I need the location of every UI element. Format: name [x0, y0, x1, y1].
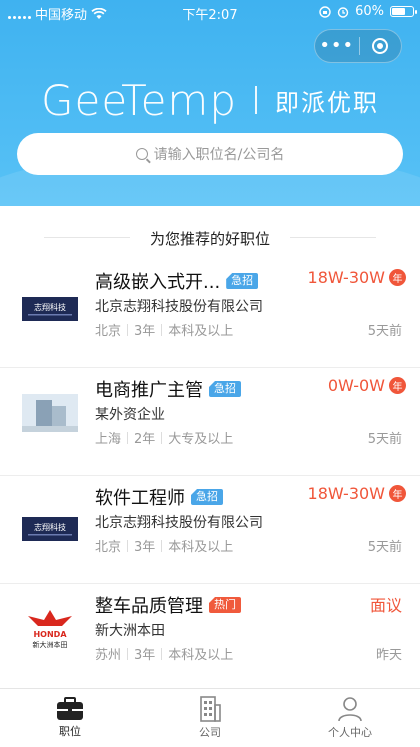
salary: 18W-30W 年	[308, 268, 406, 287]
hot-badge: 热门	[209, 597, 241, 613]
section-title: 为您推荐的好职位	[0, 228, 420, 249]
urgent-badge: 急招	[209, 381, 241, 397]
job-meta: 北京 3年 本科及以上	[95, 320, 233, 339]
more-icon[interactable]: •••	[315, 31, 359, 61]
svg-text:HONDA: HONDA	[33, 630, 67, 639]
svg-text:新大洲本田: 新大洲本田	[33, 640, 68, 649]
tab-label: 公司	[199, 726, 221, 739]
company-name: 北京志翔科技股份有限公司	[95, 515, 263, 531]
honda-logo: HONDA 新大洲本田	[28, 610, 72, 649]
post-time: 5天前	[367, 432, 402, 447]
job-card[interactable]: 志翔科技 软件工程师 急招 18W-30W 年 北京志翔科技股份有限公司 北京 …	[0, 476, 420, 584]
job-education: 本科及以上	[168, 648, 234, 663]
status-bar: 中国移动 下午2:07 60%	[0, 0, 420, 24]
company-name: 某外资企业	[95, 407, 165, 423]
brand-divider	[255, 86, 258, 114]
salary-range: 面议	[369, 596, 402, 615]
job-title: 整车品质管理	[95, 596, 203, 617]
svg-text:志翔科技: 志翔科技	[34, 522, 66, 532]
tab-companies[interactable]: 公司	[140, 689, 280, 747]
salary: 18W-30W 年	[308, 484, 406, 503]
salary-range: 0W-0W	[327, 376, 385, 395]
zhixiang-logo: 志翔科技	[22, 517, 78, 541]
salary: 面议	[370, 592, 402, 616]
salary-unit-badge: 年	[389, 485, 406, 502]
job-city: 上海	[95, 432, 122, 447]
brand-en: GeeTemp	[40, 75, 238, 125]
job-title: 软件工程师	[95, 488, 185, 509]
salary-unit-badge: 年	[389, 269, 406, 286]
job-meta: 苏州 3年 本科及以上	[95, 644, 233, 663]
job-experience: 3年	[134, 540, 156, 555]
job-experience: 3年	[134, 324, 156, 339]
battery-percent: 60%	[355, 4, 384, 19]
zhixiang-logo: 志翔科技	[22, 297, 78, 321]
job-meta: 上海 2年 大专及以上	[95, 428, 233, 447]
miniprogram-capsule: •••	[314, 29, 402, 63]
tab-profile[interactable]: 个人中心	[280, 689, 420, 747]
salary-range: 18W-30W	[307, 268, 385, 287]
salary: 0W-0W 年	[328, 376, 406, 395]
rotation-lock-icon	[319, 5, 331, 18]
company-name: 新大洲本田	[95, 623, 165, 639]
job-experience: 3年	[134, 648, 156, 663]
job-meta: 北京 3年 本科及以上	[95, 536, 233, 555]
post-time: 5天前	[367, 540, 402, 555]
job-card[interactable]: 志翔科技 高级嵌入式开... 急招 18W-30W 年 北京志翔科技股份有限公司…	[0, 260, 420, 368]
job-education: 本科及以上	[168, 540, 234, 555]
post-time: 昨天	[375, 648, 402, 663]
urgent-badge: 急招	[191, 489, 223, 505]
brand-logo: GeeTemp 即派优职	[0, 72, 420, 128]
building-photo-logo	[22, 394, 78, 432]
job-education: 大专及以上	[168, 432, 234, 447]
header: 中国移动 下午2:07 60% ••• GeeTemp 即派优职 请输入职位名/…	[0, 0, 420, 206]
urgent-badge: 急招	[226, 273, 259, 289]
building-icon	[200, 696, 221, 722]
person-icon	[338, 697, 362, 722]
battery-icon	[390, 6, 417, 17]
job-education: 本科及以上	[168, 324, 234, 339]
tab-jobs[interactable]: 职位	[0, 689, 140, 747]
job-city: 苏州	[95, 648, 122, 663]
search-icon	[135, 148, 148, 160]
alarm-icon	[337, 6, 349, 18]
salary-unit-badge: 年	[389, 377, 406, 394]
tab-label: 职位	[59, 725, 81, 738]
search-input[interactable]: 请输入职位名/公司名	[17, 133, 403, 175]
company-name: 北京志翔科技股份有限公司	[95, 299, 263, 315]
brand-cn: 即派优职	[275, 88, 380, 117]
svg-text:志翔科技: 志翔科技	[34, 302, 66, 312]
close-miniprogram-icon[interactable]	[359, 38, 401, 54]
job-card[interactable]: 电商推广主管 急招 0W-0W 年 某外资企业 上海 2年 大专及以上 5天前	[0, 368, 420, 476]
job-title: 电商推广主管	[95, 380, 203, 401]
job-experience: 2年	[134, 432, 156, 447]
job-card[interactable]: HONDA 新大洲本田 整车品质管理 热门 面议 新大洲本田 苏州 3年 本科及…	[0, 584, 420, 692]
salary-range: 18W-30W	[307, 484, 385, 503]
job-title: 高级嵌入式开...	[95, 272, 221, 293]
search-placeholder: 请输入职位名/公司名	[153, 147, 285, 163]
tab-bar: 职位 公司 个人中心	[0, 688, 420, 747]
tab-label: 个人中心	[328, 726, 372, 739]
briefcase-icon	[56, 697, 84, 720]
post-time: 5天前	[367, 324, 402, 339]
job-city: 北京	[95, 324, 122, 339]
job-city: 北京	[95, 540, 122, 555]
